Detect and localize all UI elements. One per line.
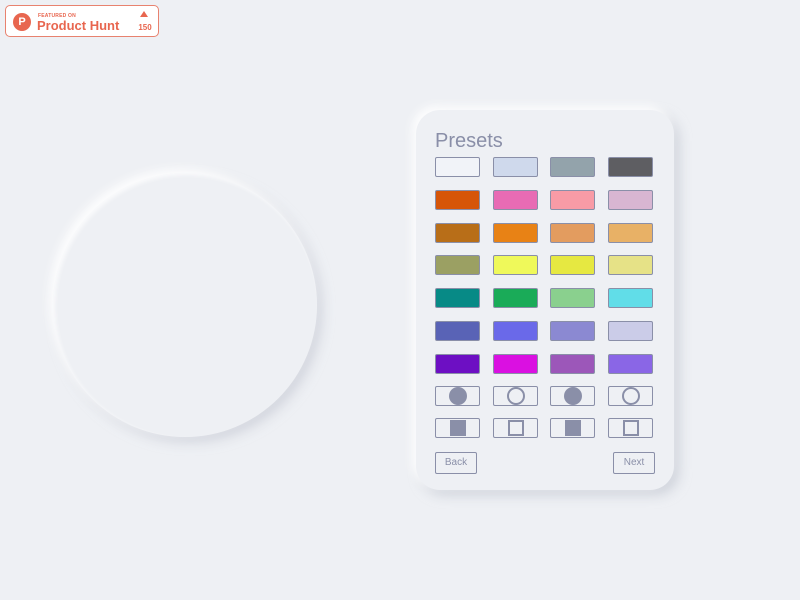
color-swatch[interactable] <box>550 321 595 341</box>
color-swatch[interactable] <box>608 222 653 243</box>
shape-option-button[interactable] <box>435 418 480 438</box>
color-swatch[interactable] <box>435 353 480 374</box>
color-swatch[interactable] <box>608 189 653 210</box>
color-swatch[interactable] <box>608 353 653 374</box>
color-swatch[interactable] <box>608 255 653 276</box>
upvote-arrow-icon <box>140 11 148 17</box>
color-swatch[interactable] <box>550 288 595 309</box>
color-swatch[interactable] <box>493 222 538 243</box>
color-swatch[interactable] <box>435 222 480 243</box>
color-swatch[interactable] <box>608 321 653 341</box>
color-swatch[interactable] <box>550 255 595 276</box>
product-hunt-logo-icon: P <box>13 13 31 31</box>
color-swatch[interactable] <box>493 353 538 374</box>
color-swatch[interactable] <box>435 288 480 309</box>
color-swatch[interactable] <box>435 157 480 177</box>
shape-option-button[interactable] <box>550 386 595 406</box>
color-swatch[interactable] <box>550 353 595 374</box>
shape-option-button[interactable] <box>493 386 538 406</box>
back-button[interactable]: Back <box>435 452 477 474</box>
shape-option-button[interactable] <box>608 418 653 438</box>
upvote-count: 150 <box>138 23 152 32</box>
color-swatch[interactable] <box>608 288 653 309</box>
presets-panel: Presets Back Next <box>416 110 674 490</box>
filled-square-icon <box>449 420 466 436</box>
filled-circle-icon <box>448 387 467 405</box>
color-swatch[interactable] <box>493 189 538 210</box>
filled-circle-icon <box>563 387 582 405</box>
outline-square-icon <box>507 420 524 436</box>
next-button[interactable]: Next <box>613 452 655 474</box>
filled-square-icon <box>564 420 581 436</box>
product-hunt-name: Product Hunt <box>37 18 120 33</box>
color-swatch[interactable] <box>550 222 595 243</box>
shape-option-button[interactable] <box>608 386 653 406</box>
color-swatch[interactable] <box>493 157 538 177</box>
color-swatch[interactable] <box>435 255 480 276</box>
outline-circle-icon <box>506 387 525 405</box>
color-swatch[interactable] <box>550 157 595 177</box>
panel-title: Presets <box>435 130 503 152</box>
product-hunt-badge[interactable]: P FEATURED ON Product Hunt 150 <box>5 5 159 37</box>
color-swatch[interactable] <box>435 189 480 210</box>
outline-square-icon <box>622 420 639 436</box>
shape-option-button[interactable] <box>493 418 538 438</box>
color-swatch[interactable] <box>493 321 538 341</box>
color-swatch[interactable] <box>493 255 538 276</box>
color-swatch[interactable] <box>608 157 653 177</box>
color-swatch[interactable] <box>435 321 480 341</box>
color-swatch[interactable] <box>550 189 595 210</box>
shape-option-button[interactable] <box>435 386 480 406</box>
preview-circle <box>53 173 317 437</box>
color-swatch[interactable] <box>493 288 538 309</box>
shape-option-button[interactable] <box>550 418 595 438</box>
outline-circle-icon <box>621 387 640 405</box>
app-canvas: P FEATURED ON Product Hunt 150 Presets B… <box>0 0 800 600</box>
